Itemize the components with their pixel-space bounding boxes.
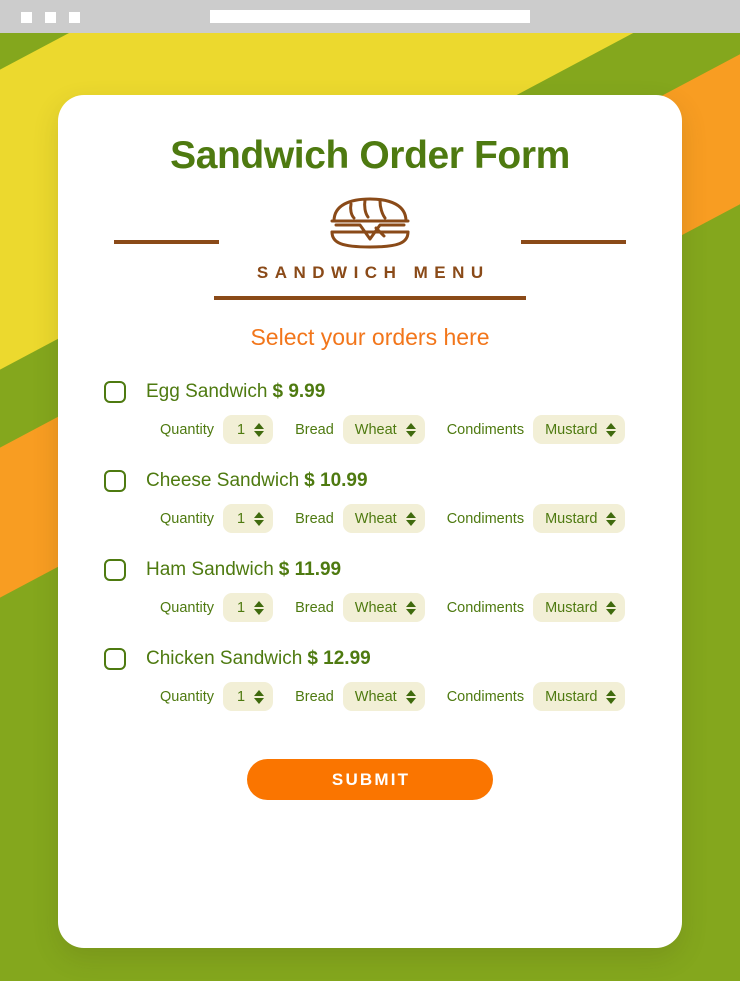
sandwich-icon — [330, 197, 410, 249]
item-checkbox-egg-sandwich[interactable] — [104, 381, 126, 403]
bread-label: Bread — [295, 599, 334, 616]
page-title: Sandwich Order Form — [170, 134, 570, 177]
stepper-arrows-icon[interactable] — [606, 511, 617, 526]
menu-caption: SANDWICH MENU — [256, 263, 490, 282]
emblem-rule-bottom — [214, 296, 526, 300]
quantity-stepper[interactable]: 1 — [223, 504, 274, 533]
condiments-select[interactable]: Mustard — [533, 504, 626, 533]
quantity-label: Quantity — [160, 688, 214, 705]
order-form-card: Sandwich Order Form SANDWICH MENU Select… — [58, 95, 682, 948]
quantity-stepper[interactable]: 1 — [223, 593, 274, 622]
stepper-arrows-icon[interactable] — [606, 689, 617, 704]
bread-select[interactable]: Wheat — [342, 415, 425, 444]
bread-value: Wheat — [354, 421, 397, 438]
quantity-value: 1 — [237, 599, 246, 616]
condiments-label: Condiments — [446, 688, 525, 705]
condiments-value: Mustard — [545, 510, 598, 527]
quantity-stepper[interactable]: 1 — [223, 415, 274, 444]
window-minimize-button[interactable] — [21, 12, 32, 23]
item-price: $ 12.99 — [307, 648, 371, 669]
quantity-label: Quantity — [160, 599, 214, 616]
bread-value: Wheat — [354, 599, 397, 616]
subtitle: Select your orders here — [250, 324, 490, 350]
item-name: Ham Sandwich — [146, 559, 274, 580]
stepper-arrows-icon[interactable] — [405, 689, 416, 704]
order-item-options: Quantity 1 Bread Wheat Condiments Mustar… — [104, 593, 636, 622]
quantity-label: Quantity — [160, 510, 214, 527]
emblem-rule-right — [521, 240, 626, 244]
order-item-header: Chicken Sandwich $ 12.99 — [104, 648, 636, 670]
menu-emblem: SANDWICH MENU — [58, 196, 682, 308]
condiments-label: Condiments — [446, 421, 525, 438]
item-checkbox-ham-sandwich[interactable] — [104, 559, 126, 581]
submit-button[interactable]: SUBMIT — [247, 759, 493, 800]
quantity-value: 1 — [237, 421, 246, 438]
item-title-row: Egg Sandwich $ 9.99 — [146, 381, 325, 403]
stepper-arrows-icon[interactable] — [606, 422, 617, 437]
condiments-select[interactable]: Mustard — [533, 415, 626, 444]
order-item: Chicken Sandwich $ 12.99 Quantity 1 Bread… — [104, 648, 636, 711]
bread-select[interactable]: Wheat — [342, 682, 425, 711]
stepper-arrows-icon[interactable] — [405, 600, 416, 615]
item-price: $ 11.99 — [278, 559, 342, 580]
condiments-select[interactable]: Mustard — [533, 682, 626, 711]
quantity-value: 1 — [237, 688, 246, 705]
item-checkbox-cheese-sandwich[interactable] — [104, 470, 126, 492]
order-item-options: Quantity 1 Bread Wheat Condiments Mustar… — [104, 504, 636, 533]
stepper-arrows-icon[interactable] — [405, 511, 416, 526]
condiments-value: Mustard — [545, 599, 598, 616]
bread-value: Wheat — [354, 688, 397, 705]
order-item-header: Ham Sandwich $ 11.99 — [104, 559, 636, 581]
order-item-header: Egg Sandwich $ 9.99 — [104, 381, 636, 403]
stepper-arrows-icon[interactable] — [606, 600, 617, 615]
item-name: Chicken Sandwich — [146, 648, 303, 669]
order-item: Ham Sandwich $ 11.99 Quantity 1 Bread Whe… — [104, 559, 636, 622]
condiments-select[interactable]: Mustard — [533, 593, 626, 622]
window-close-button[interactable] — [69, 12, 80, 23]
condiments-value: Mustard — [545, 688, 598, 705]
submit-row: SUBMIT — [58, 759, 682, 800]
order-item-options: Quantity 1 Bread Wheat Condiments Mustar… — [104, 415, 636, 444]
item-title-row: Ham Sandwich $ 11.99 — [146, 559, 341, 581]
quantity-value: 1 — [237, 510, 246, 527]
item-price: $ 9.99 — [272, 381, 326, 402]
item-title-row: Chicken Sandwich $ 12.99 — [146, 648, 371, 670]
stepper-arrows-icon[interactable] — [254, 422, 265, 437]
stepper-arrows-icon[interactable] — [405, 422, 416, 437]
bread-select[interactable]: Wheat — [342, 504, 425, 533]
stepper-arrows-icon[interactable] — [254, 600, 265, 615]
stepper-arrows-icon[interactable] — [254, 689, 265, 704]
condiments-label: Condiments — [446, 599, 525, 616]
item-price: $ 10.99 — [304, 470, 368, 491]
condiments-label: Condiments — [446, 510, 525, 527]
item-name: Cheese Sandwich — [146, 470, 300, 491]
order-item-options: Quantity 1 Bread Wheat Condiments Mustar… — [104, 682, 636, 711]
bread-select[interactable]: Wheat — [342, 593, 425, 622]
bread-label: Bread — [295, 510, 334, 527]
order-item: Cheese Sandwich $ 10.99 Quantity 1 Bread … — [104, 470, 636, 533]
condiments-value: Mustard — [545, 421, 598, 438]
quantity-stepper[interactable]: 1 — [223, 682, 274, 711]
item-title-row: Cheese Sandwich $ 10.99 — [146, 470, 368, 492]
bread-label: Bread — [295, 421, 334, 438]
browser-chrome — [0, 0, 740, 33]
item-checkbox-chicken-sandwich[interactable] — [104, 648, 126, 670]
emblem-rule-left — [114, 240, 219, 244]
quantity-label: Quantity — [160, 421, 214, 438]
address-bar[interactable] — [210, 10, 530, 23]
bread-value: Wheat — [354, 510, 397, 527]
stepper-arrows-icon[interactable] — [254, 511, 265, 526]
order-item-list: Egg Sandwich $ 9.99 Quantity 1 Bread Whea… — [58, 381, 682, 711]
window-maximize-button[interactable] — [45, 12, 56, 23]
order-item: Egg Sandwich $ 9.99 Quantity 1 Bread Whea… — [104, 381, 636, 444]
bread-label: Bread — [295, 688, 334, 705]
order-item-header: Cheese Sandwich $ 10.99 — [104, 470, 636, 492]
item-name: Egg Sandwich — [146, 381, 268, 402]
